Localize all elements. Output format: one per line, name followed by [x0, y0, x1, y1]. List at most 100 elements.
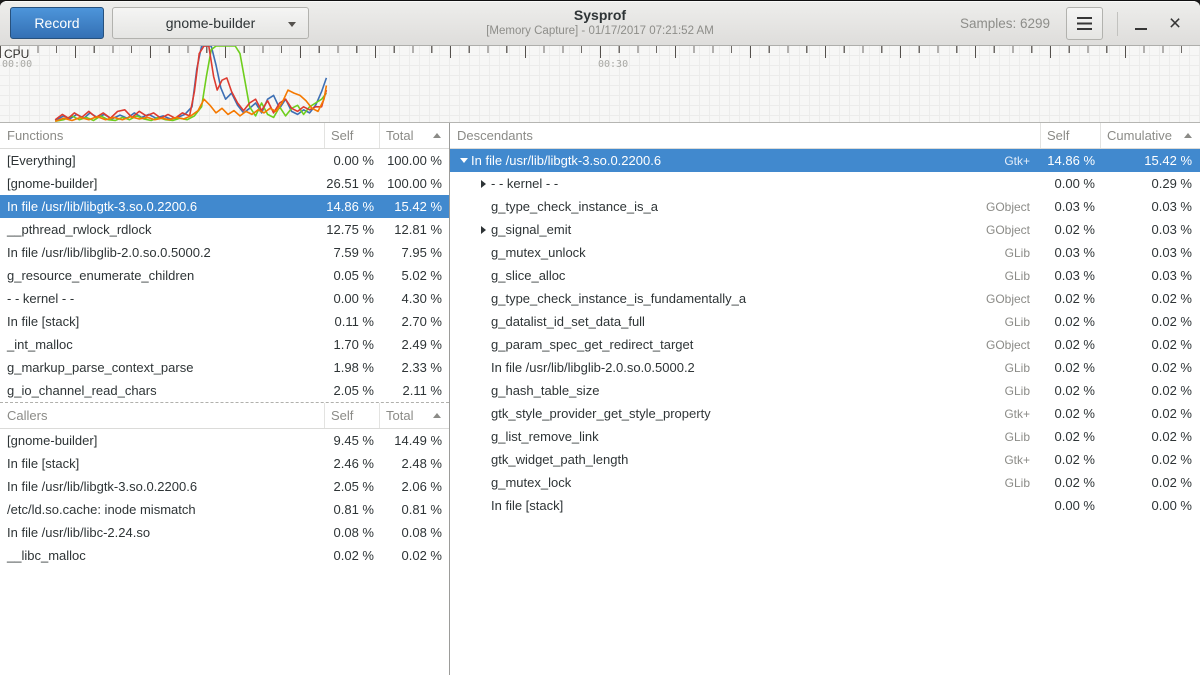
table-row[interactable]: - - kernel - -0.00 %4.30 % [0, 287, 449, 310]
row-self-value: 2.05 % [324, 479, 379, 494]
row-name: /etc/ld.so.cache: inode mismatch [0, 502, 324, 517]
row-cumulative-value: 0.02 % [1100, 429, 1200, 444]
expander-closed-icon[interactable] [476, 226, 491, 234]
tree-row[interactable]: gtk_style_provider_get_style_propertyGtk… [450, 402, 1200, 425]
expander-closed-icon[interactable] [476, 180, 491, 188]
descendants-column-header[interactable]: Descendants [450, 123, 1040, 148]
tree-row[interactable]: g_type_check_instance_is_fundamentally_a… [450, 287, 1200, 310]
table-row[interactable]: g_io_channel_read_chars2.05 %2.11 % [0, 379, 449, 402]
functions-self-column-header[interactable]: Self [324, 123, 379, 148]
callers-column-header[interactable]: Callers [0, 403, 324, 428]
row-self-value: 0.02 % [1040, 406, 1100, 421]
row-name: g_slice_alloc [491, 268, 1005, 283]
row-library-tag: Gtk+ [1004, 453, 1040, 467]
tree-row[interactable]: g_mutex_unlockGLib0.03 %0.03 % [450, 241, 1200, 264]
tree-row[interactable]: g_signal_emitGObject0.02 %0.03 % [450, 218, 1200, 241]
table-row[interactable]: In file /usr/lib/libc-2.24.so0.08 %0.08 … [0, 521, 449, 544]
row-self-value: 1.98 % [324, 360, 379, 375]
row-self-value: 26.51 % [324, 176, 379, 191]
table-row[interactable]: g_resource_enumerate_children0.05 %5.02 … [0, 264, 449, 287]
table-row[interactable]: [Everything]0.00 %100.00 % [0, 149, 449, 172]
row-name: In file [stack] [0, 456, 324, 471]
cpu-usage-chart [0, 46, 1200, 122]
row-cumulative-value: 0.02 % [1100, 360, 1200, 375]
callers-total-column-header[interactable]: Total [379, 403, 449, 428]
table-row[interactable]: In file [stack]2.46 %2.48 % [0, 452, 449, 475]
table-row[interactable]: [gnome-builder]26.51 %100.00 % [0, 172, 449, 195]
table-row[interactable]: g_markup_parse_context_parse1.98 %2.33 % [0, 356, 449, 379]
row-name: g_type_check_instance_is_a [491, 199, 986, 214]
chart-line-cpu-core-3 [55, 46, 326, 120]
cpu-timeline[interactable]: CPU 00:00 00:30 [0, 46, 1200, 123]
table-row[interactable]: __libc_malloc0.02 %0.02 % [0, 544, 449, 567]
descendants-cumulative-column-header[interactable]: Cumulative [1100, 123, 1200, 148]
minimize-button[interactable] [1128, 7, 1154, 40]
target-process-dropdown[interactable]: gnome-builder [112, 7, 309, 39]
main-content: Functions Self Total [Everything]0.00 %1… [0, 123, 1200, 675]
row-self-value: 9.45 % [324, 433, 379, 448]
row-total-value: 4.30 % [379, 291, 449, 306]
row-name: __libc_malloc [0, 548, 324, 563]
row-total-value: 100.00 % [379, 153, 449, 168]
row-name: [Everything] [0, 153, 324, 168]
row-library-tag: GLib [1005, 384, 1040, 398]
functions-column-header[interactable]: Functions [0, 123, 324, 148]
row-total-value: 2.49 % [379, 337, 449, 352]
menu-button[interactable] [1066, 7, 1103, 40]
row-cumulative-value: 0.03 % [1100, 222, 1200, 237]
row-self-value: 0.02 % [1040, 337, 1100, 352]
functions-table-header: Functions Self Total [0, 123, 449, 149]
tree-row[interactable]: g_mutex_lockGLib0.02 %0.02 % [450, 471, 1200, 494]
tree-row[interactable]: g_datalist_id_set_data_fullGLib0.02 %0.0… [450, 310, 1200, 333]
window-close-icon: × [1169, 12, 1181, 36]
tree-row[interactable]: g_list_remove_linkGLib0.02 %0.02 % [450, 425, 1200, 448]
tree-row[interactable]: gtk_widget_path_lengthGtk+0.02 %0.02 % [450, 448, 1200, 471]
row-name: - - kernel - - [0, 291, 324, 306]
row-self-value: 0.00 % [324, 291, 379, 306]
row-name: In file /usr/lib/libglib-2.0.so.0.5000.2 [0, 245, 324, 260]
table-row[interactable]: __pthread_rwlock_rdlock12.75 %12.81 % [0, 218, 449, 241]
row-self-value: 0.02 % [1040, 383, 1100, 398]
tree-row[interactable]: g_param_spec_get_redirect_targetGObject0… [450, 333, 1200, 356]
row-cumulative-value: 0.02 % [1100, 314, 1200, 329]
table-row[interactable]: In file /usr/lib/libgtk-3.so.0.2200.62.0… [0, 475, 449, 498]
row-library-tag: GObject [986, 338, 1040, 352]
callers-self-column-header[interactable]: Self [324, 403, 379, 428]
expander-open-icon[interactable] [456, 158, 471, 163]
callers-rows: [gnome-builder]9.45 %14.49 %In file [sta… [0, 429, 449, 567]
row-name: In file /usr/lib/libgtk-3.so.0.2200.6 [471, 153, 1004, 168]
functions-total-column-header[interactable]: Total [379, 123, 449, 148]
row-name: g_mutex_lock [491, 475, 1005, 490]
tree-row[interactable]: In file /usr/lib/libglib-2.0.so.0.5000.2… [450, 356, 1200, 379]
tree-row[interactable]: g_slice_allocGLib0.03 %0.03 % [450, 264, 1200, 287]
row-self-value: 0.02 % [1040, 314, 1100, 329]
row-name: g_signal_emit [491, 222, 986, 237]
tree-row[interactable]: g_type_check_instance_is_aGObject0.03 %0… [450, 195, 1200, 218]
row-library-tag: GLib [1005, 476, 1040, 490]
row-self-value: 0.02 % [1040, 452, 1100, 467]
row-name: g_mutex_unlock [491, 245, 1005, 260]
table-row[interactable]: In file /usr/lib/libgtk-3.so.0.2200.614.… [0, 195, 449, 218]
headerbar-separator [1117, 12, 1118, 36]
row-self-value: 7.59 % [324, 245, 379, 260]
row-total-value: 7.95 % [379, 245, 449, 260]
row-cumulative-value: 0.00 % [1100, 498, 1200, 513]
tree-row[interactable]: g_hash_table_sizeGLib0.02 %0.02 % [450, 379, 1200, 402]
hamburger-icon [1077, 17, 1092, 30]
functions-callers-panel: Functions Self Total [Everything]0.00 %1… [0, 123, 450, 675]
table-row[interactable]: In file [stack]0.11 %2.70 % [0, 310, 449, 333]
record-button[interactable]: Record [10, 7, 104, 39]
tree-row[interactable]: - - kernel - -0.00 %0.29 % [450, 172, 1200, 195]
table-row[interactable]: [gnome-builder]9.45 %14.49 % [0, 429, 449, 452]
tree-row[interactable]: In file /usr/lib/libgtk-3.so.0.2200.6Gtk… [450, 149, 1200, 172]
row-name: In file /usr/lib/libgtk-3.so.0.2200.6 [0, 199, 324, 214]
tree-row[interactable]: In file [stack]0.00 %0.00 % [450, 494, 1200, 517]
table-row[interactable]: In file /usr/lib/libglib-2.0.so.0.5000.2… [0, 241, 449, 264]
table-row[interactable]: _int_malloc1.70 %2.49 % [0, 333, 449, 356]
descendants-self-column-header[interactable]: Self [1040, 123, 1100, 148]
row-cumulative-value: 0.02 % [1100, 475, 1200, 490]
table-row[interactable]: /etc/ld.so.cache: inode mismatch0.81 %0.… [0, 498, 449, 521]
close-button[interactable]: × [1160, 7, 1190, 40]
row-self-value: 0.02 % [324, 548, 379, 563]
row-self-value: 0.02 % [1040, 475, 1100, 490]
